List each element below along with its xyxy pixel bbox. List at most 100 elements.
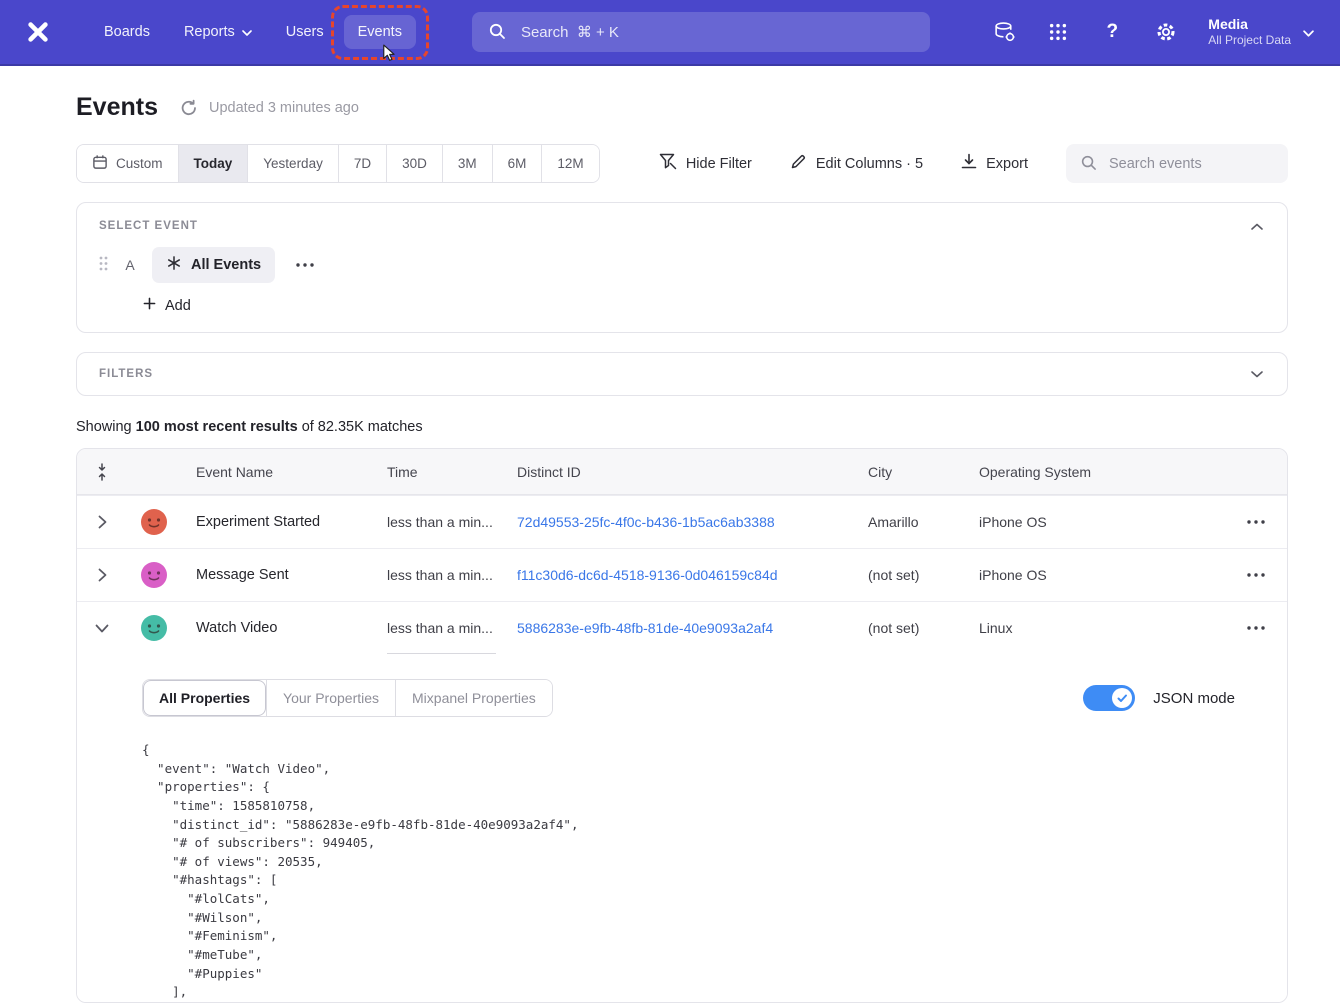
hide-filter-button[interactable]: Hide Filter [659,153,752,174]
event-row-letter: A [123,257,137,273]
properties-tabs: All Properties Your Properties Mixpanel … [142,679,553,717]
date-range-3m[interactable]: 3M [442,145,492,182]
project-selector[interactable]: Media All Project Data [1208,16,1314,49]
page-title: Events [76,93,158,122]
avatar [127,561,181,589]
os-cell: Linux [966,620,1225,636]
date-range-12m[interactable]: 12M [541,145,598,182]
distinct-id-link[interactable]: 72d49553-25fc-4f0c-b436-1b5ac6ab3388 [517,514,775,530]
date-range-yesterday[interactable]: Yesterday [247,145,338,182]
export-button[interactable]: Export [961,153,1028,174]
page-header: Events Updated 3 minutes ago [76,93,1288,122]
events-page: Events Updated 3 minutes ago Custom Toda… [0,93,1340,1003]
row-more-menu-icon[interactable] [1225,516,1287,528]
os-cell: iPhone OS [966,514,1225,530]
search-icon [488,22,506,43]
event-name-cell: Message Sent [181,567,376,583]
toolbar-right: Hide Filter Edit Columns · 5 Export [659,144,1288,183]
column-header-distinct-id[interactable]: Distinct ID [506,464,856,480]
nav-events[interactable]: Events [344,15,416,49]
city-cell: (not set) [856,620,966,636]
distinct-id-link[interactable]: f11c30d6-dc6d-4518-9136-0d046159c84d [517,567,778,583]
global-search-input[interactable] [519,23,914,42]
row-expand-chevron-icon[interactable] [77,496,127,548]
date-range-30d[interactable]: 30D [386,145,442,182]
updated-timestamp: Updated 3 minutes ago [209,100,359,116]
json-mode-control: JSON mode [1083,685,1235,711]
plus-icon [143,297,156,314]
distinct-id-cell: 72d49553-25fc-4f0c-b436-1b5ac6ab3388 [506,514,856,530]
date-range-custom[interactable]: Custom [77,145,178,182]
distinct-id-cell: 5886283e-e9fb-48fb-81de-40e9093a2af4 [506,620,856,636]
add-event-button[interactable]: Add [143,297,191,314]
apps-grid-icon[interactable] [1046,20,1070,44]
row-more-menu-icon[interactable] [1225,622,1287,634]
expand-chevron-down-icon[interactable] [1249,369,1265,380]
avatar [127,508,181,536]
toolbar: Custom Today Yesterday 7D 30D 3M 6M 12M … [76,144,1288,183]
distinct-id-cell: f11c30d6-dc6d-4518-9136-0d046159c84d [506,567,856,583]
time-cell: less than a min... [376,549,506,601]
event-name-cell: Experiment Started [181,514,376,530]
results-count: 100 most recent results [136,419,298,435]
global-search[interactable] [472,12,930,52]
refresh-icon[interactable] [180,99,198,117]
avatar [127,614,181,642]
project-scope: All Project Data [1208,33,1291,48]
primary-nav: Boards Reports Users Events [90,15,416,49]
settings-gear-icon[interactable] [1154,20,1178,44]
column-header-event-name[interactable]: Event Name [181,464,376,480]
search-icon [1080,154,1097,174]
event-chip-all-events[interactable]: All Events [152,247,275,283]
column-header-time[interactable]: Time [376,449,506,494]
drag-handle-icon[interactable] [99,256,108,274]
mixpanel-logo-icon[interactable] [26,19,52,45]
date-range-7d[interactable]: 7D [338,145,386,182]
row-expand-chevron-icon[interactable] [77,549,127,601]
event-selector-row: A All Events [99,247,1265,283]
data-management-icon[interactable] [992,20,1016,44]
filter-funnel-icon [659,153,677,174]
tab-your-properties[interactable]: Your Properties [266,680,395,716]
top-navbar: Boards Reports Users Events [0,0,1340,66]
search-events-input[interactable] [1107,155,1274,173]
date-range-today[interactable]: Today [178,145,248,182]
help-icon[interactable]: ? [1100,20,1124,44]
filters-panel: FILTERS [76,352,1288,396]
json-mode-toggle[interactable] [1083,685,1135,711]
city-cell: (not set) [856,567,966,583]
nav-boards[interactable]: Boards [90,15,164,49]
event-name-cell: Watch Video [181,620,376,636]
nav-reports[interactable]: Reports [170,15,266,49]
row-more-menu-icon[interactable] [1225,569,1287,581]
results-summary: Showing 100 most recent results of 82.35… [76,419,1288,435]
chevron-down-icon [242,24,252,40]
search-events-field[interactable] [1066,144,1288,183]
distinct-id-link[interactable]: 5886283e-e9fb-48fb-81de-40e9093a2af4 [517,620,773,636]
city-cell: Amarillo [856,514,966,530]
date-range-6m[interactable]: 6M [492,145,542,182]
all-events-burst-icon [166,255,182,275]
tab-mixpanel-properties[interactable]: Mixpanel Properties [395,680,552,716]
date-range-group: Custom Today Yesterday 7D 30D 3M 6M 12M [76,144,600,183]
navbar-right: ? Media All Project Data [992,16,1314,49]
toggle-knob [1112,688,1132,708]
events-table: Event Name Time Distinct ID City Operati… [76,448,1288,1003]
collapse-chevron-up-icon[interactable] [1249,221,1265,232]
chevron-down-icon [1303,24,1314,40]
column-header-city[interactable]: City [856,464,966,480]
download-icon [961,153,977,174]
select-event-title: SELECT EVENT [99,220,198,232]
pencil-icon [790,153,807,174]
tab-all-properties[interactable]: All Properties [143,680,266,716]
edit-columns-button[interactable]: Edit Columns · 5 [790,153,923,174]
table-row: Experiment Started less than a min... 72… [77,495,1287,548]
project-name: Media [1208,16,1291,34]
row-collapse-chevron-icon[interactable] [77,602,127,654]
event-more-menu-icon[interactable] [290,259,320,271]
nav-events-wrap: Events [344,15,416,49]
collapse-all-rows-icon[interactable] [77,463,127,481]
column-header-operating-system[interactable]: Operating System [966,464,1225,480]
json-code-block: { "event": "Watch Video", "properties": … [142,741,1235,1002]
nav-users[interactable]: Users [272,15,338,49]
